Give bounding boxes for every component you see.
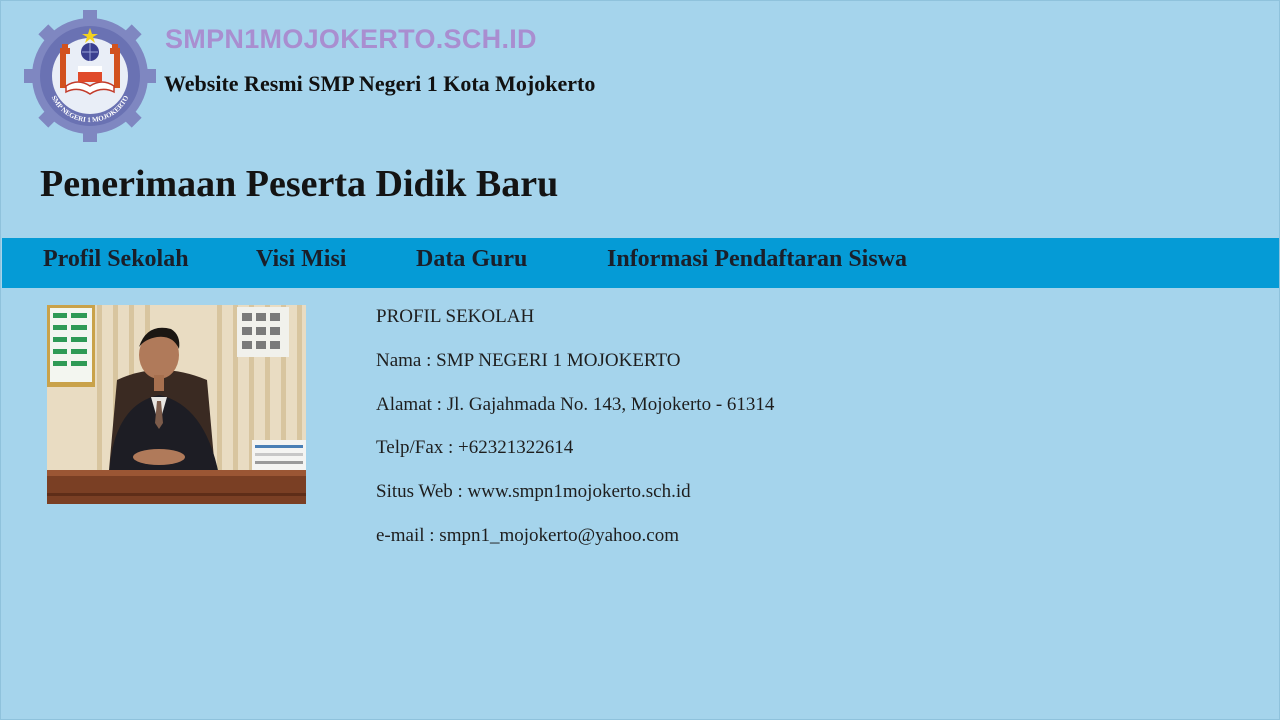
- site-domain[interactable]: SMPN1MOJOKERTO.SCH.ID: [165, 24, 537, 55]
- nav-item-profil-sekolah[interactable]: Profil Sekolah: [43, 246, 189, 273]
- page-title: Penerimaan Peserta Didik Baru: [40, 163, 559, 205]
- profile-name: Nama : SMP NEGERI 1 MOJOKERTO: [376, 350, 681, 371]
- site-tagline: Website Resmi SMP Negeri 1 Kota Mojokert…: [164, 71, 596, 96]
- profile-website[interactable]: Situs Web : www.smpn1mojokerto.sch.id: [376, 481, 691, 503]
- nav-item-informasi-pendaftaran[interactable]: Informasi Pendaftaran Siswa: [607, 246, 907, 273]
- nav-item-visi-misi[interactable]: Visi Misi: [256, 246, 346, 273]
- principal-photo: [47, 305, 306, 504]
- nav-item-data-guru[interactable]: Data Guru: [416, 246, 527, 273]
- profile-address: Alamat : Jl. Gajahmada No. 143, Mojokert…: [376, 394, 775, 415]
- profile-heading: PROFIL SEKOLAH: [376, 306, 535, 327]
- profile-email[interactable]: e-mail : smpn1_mojokerto@yahoo.com: [376, 525, 679, 547]
- main-navbar: Profil Sekolah Visi Misi Data Guru Infor…: [2, 238, 1279, 288]
- school-emblem-icon[interactable]: SMP NEGERI 1 MOJOKERTO: [22, 8, 158, 144]
- profile-phone: Telp/Fax : +62321322614: [376, 437, 574, 458]
